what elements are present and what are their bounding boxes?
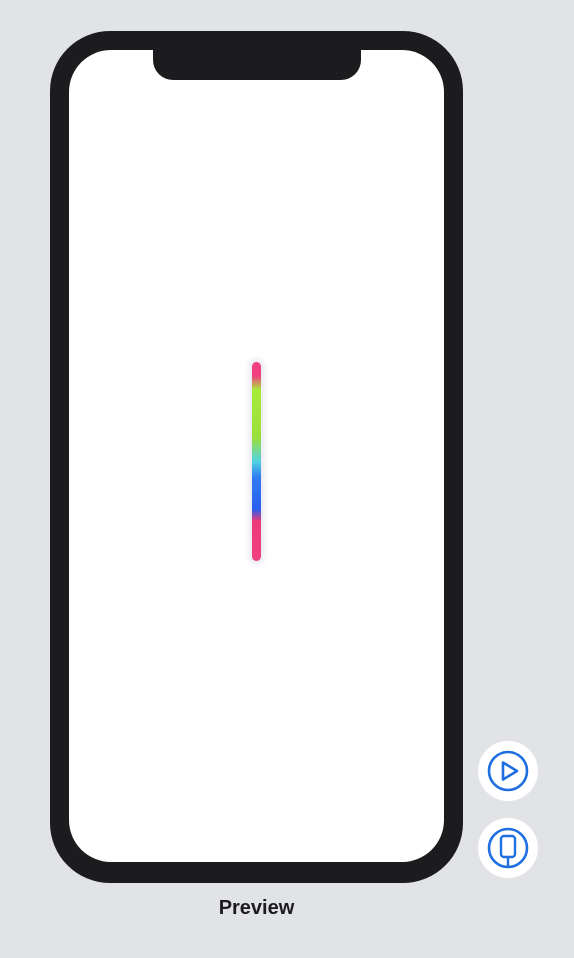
play-preview-button[interactable] bbox=[478, 741, 538, 801]
device-frame bbox=[50, 31, 463, 883]
preview-screen bbox=[69, 50, 444, 862]
preview-caption: Preview bbox=[218, 897, 295, 919]
rainbow-gradient-bar bbox=[252, 362, 261, 561]
preview-controls bbox=[478, 741, 538, 895]
device-rotate-icon bbox=[487, 827, 529, 869]
device-settings-button[interactable] bbox=[478, 818, 538, 878]
device-notch bbox=[153, 50, 361, 80]
play-circle-icon bbox=[487, 750, 529, 792]
